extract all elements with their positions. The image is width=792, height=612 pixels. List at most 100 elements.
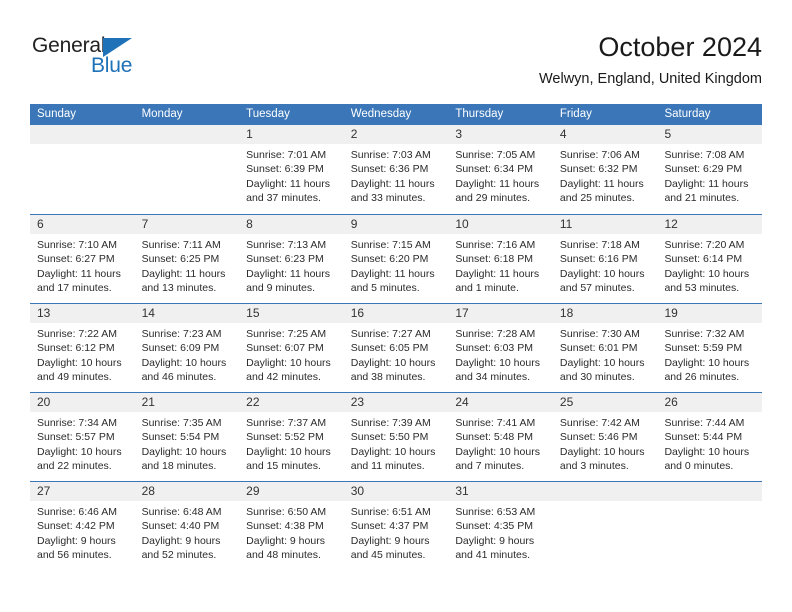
- day-number: 5: [664, 127, 672, 141]
- day-details: Sunrise: 7:28 AM Sunset: 6:03 PM Daylight:…: [448, 323, 553, 385]
- day-number: 12: [664, 217, 678, 231]
- calendar-day-cell[interactable]: 30 Sunrise: 6:51 AM Sunset: 4:37 PM Dayligh…: [343, 482, 449, 570]
- calendar-day-cell[interactable]: 31 Sunrise: 6:53 AM Sunset: 4:35 PM Dayligh…: [448, 482, 553, 570]
- calendar-day-cell[interactable]: 10 Sunrise: 7:16 AM Sunset: 6:18 PM Dayligh…: [448, 215, 553, 303]
- sunrise-time: Sunrise: 7:34 AM: [37, 417, 117, 429]
- sunset-time: Sunset: 4:38 PM: [246, 520, 324, 533]
- sunrise-time: Sunrise: 7:27 AM: [350, 328, 431, 340]
- daylight-duration-line2: and 18 minutes.: [141, 460, 217, 473]
- day-number-band: 30: [343, 482, 449, 501]
- day-number-band: 19: [657, 304, 763, 323]
- calendar-day-cell[interactable]: 16 Sunrise: 7:27 AM Sunset: 6:05 PM Dayligh…: [343, 304, 449, 392]
- calendar-day-cell[interactable]: 24 Sunrise: 7:41 AM Sunset: 5:48 PM Dayligh…: [448, 393, 553, 481]
- daylight-duration-line1: Daylight: 11 hours: [455, 267, 540, 280]
- calendar-day-cell[interactable]: 9 Sunrise: 7:15 AM Sunset: 6:20 PM Daylight…: [343, 215, 449, 303]
- calendar-day-cell[interactable]: 20 Sunrise: 7:34 AM Sunset: 5:57 PM Dayligh…: [30, 393, 135, 481]
- sunrise-time: Sunrise: 6:51 AM: [350, 506, 431, 518]
- day-number: 9: [350, 217, 358, 231]
- calendar-day-cell[interactable]: 26 Sunrise: 7:44 AM Sunset: 5:44 PM Dayligh…: [657, 393, 763, 481]
- daylight-duration-line1: Daylight: 10 hours: [37, 356, 122, 369]
- calendar-week-row: 20 Sunrise: 7:34 AM Sunset: 5:57 PM Dayligh…: [30, 392, 763, 481]
- calendar-day-cell[interactable]: 6 Sunrise: 7:10 AM Sunset: 6:27 PM Daylight…: [30, 215, 135, 303]
- calendar-week-row: 6 Sunrise: 7:10 AM Sunset: 6:27 PM Daylight…: [30, 214, 763, 303]
- day-number: 6: [37, 217, 44, 231]
- day-number-band: 11: [552, 215, 658, 234]
- calendar-day-cell-empty: [657, 482, 763, 570]
- day-number-band: 16: [343, 304, 449, 323]
- calendar-day-cell[interactable]: 12 Sunrise: 7:20 AM Sunset: 6:14 PM Dayligh…: [657, 215, 763, 303]
- calendar-day-cell[interactable]: 17 Sunrise: 7:28 AM Sunset: 6:03 PM Dayligh…: [448, 304, 553, 392]
- daylight-duration-line1: Daylight: 11 hours: [559, 177, 644, 190]
- calendar-week-row: 1 Sunrise: 7:01 AM Sunset: 6:39 PM Daylight…: [30, 125, 763, 214]
- calendar-day-cell[interactable]: 22 Sunrise: 7:37 AM Sunset: 5:52 PM Dayligh…: [239, 393, 344, 481]
- sunrise-time: Sunrise: 7:16 AM: [455, 239, 536, 251]
- page-header: General Blue October 2024 Welwyn, Englan…: [30, 30, 762, 98]
- day-number: 13: [37, 306, 51, 320]
- daylight-duration-line1: Daylight: 11 hours: [37, 267, 121, 280]
- sunset-time: Sunset: 6:07 PM: [246, 342, 324, 355]
- sunrise-time: Sunrise: 6:48 AM: [141, 506, 222, 518]
- day-number: 8: [246, 217, 253, 231]
- sunset-time: Sunset: 5:52 PM: [246, 431, 324, 444]
- calendar-day-cell[interactable]: 1 Sunrise: 7:01 AM Sunset: 6:39 PM Daylight…: [239, 125, 344, 214]
- daylight-duration-line1: Daylight: 10 hours: [246, 356, 331, 369]
- calendar-day-cell[interactable]: 19 Sunrise: 7:32 AM Sunset: 5:59 PM Dayligh…: [657, 304, 763, 392]
- calendar-day-cell[interactable]: 14 Sunrise: 7:23 AM Sunset: 6:09 PM Dayligh…: [134, 304, 240, 392]
- day-number-band: 18: [552, 304, 658, 323]
- day-number: 15: [246, 306, 260, 320]
- day-number-band: 29: [239, 482, 344, 501]
- calendar-day-cell[interactable]: 29 Sunrise: 6:50 AM Sunset: 4:38 PM Dayligh…: [239, 482, 344, 570]
- sunrise-time: Sunrise: 7:06 AM: [559, 149, 640, 161]
- calendar-day-cell[interactable]: 8 Sunrise: 7:13 AM Sunset: 6:23 PM Daylight…: [239, 215, 344, 303]
- daylight-duration-line2: and 42 minutes.: [246, 371, 321, 384]
- sunset-time: Sunset: 6:23 PM: [246, 253, 324, 266]
- sunset-time: Sunset: 5:48 PM: [455, 431, 533, 444]
- day-number-band: [657, 482, 763, 501]
- sunset-time: Sunset: 6:27 PM: [37, 253, 115, 266]
- daylight-duration-line1: Daylight: 9 hours: [455, 534, 535, 547]
- calendar-day-cell[interactable]: 25 Sunrise: 7:42 AM Sunset: 5:46 PM Dayligh…: [552, 393, 658, 481]
- daylight-duration-line1: Daylight: 11 hours: [350, 267, 435, 280]
- daylight-duration-line1: Daylight: 10 hours: [455, 356, 540, 369]
- daylight-duration-line1: Daylight: 11 hours: [455, 177, 540, 190]
- calendar-day-cell[interactable]: 11 Sunrise: 7:18 AM Sunset: 6:16 PM Dayligh…: [552, 215, 658, 303]
- calendar-day-cell[interactable]: 3 Sunrise: 7:05 AM Sunset: 6:34 PM Daylight…: [448, 125, 553, 214]
- sunset-time: Sunset: 6:29 PM: [664, 163, 743, 176]
- day-details: Sunrise: 7:32 AM Sunset: 5:59 PM Daylight:…: [657, 323, 762, 385]
- day-number: 29: [246, 484, 260, 498]
- day-details: Sunrise: 6:46 AM Sunset: 4:42 PM Daylight:…: [30, 501, 135, 563]
- day-number-band: [134, 125, 240, 144]
- calendar-day-cell[interactable]: 13 Sunrise: 7:22 AM Sunset: 6:12 PM Dayligh…: [30, 304, 135, 392]
- sunset-time: Sunset: 4:42 PM: [37, 520, 115, 533]
- general-blue-logo[interactable]: General Blue: [32, 34, 232, 90]
- calendar-day-cell[interactable]: 5 Sunrise: 7:08 AM Sunset: 6:29 PM Daylight…: [657, 125, 763, 214]
- calendar-day-cell[interactable]: 18 Sunrise: 7:30 AM Sunset: 6:01 PM Dayligh…: [552, 304, 658, 392]
- calendar-day-cell[interactable]: 21 Sunrise: 7:35 AM Sunset: 5:54 PM Dayligh…: [134, 393, 240, 481]
- calendar-day-cell[interactable]: 15 Sunrise: 7:25 AM Sunset: 6:07 PM Dayligh…: [239, 304, 344, 392]
- calendar-day-cell[interactable]: 27 Sunrise: 6:46 AM Sunset: 4:42 PM Dayligh…: [30, 482, 135, 570]
- calendar-day-cell[interactable]: 2 Sunrise: 7:03 AM Sunset: 6:36 PM Daylight…: [343, 125, 449, 214]
- sunrise-time: Sunrise: 6:53 AM: [455, 506, 536, 518]
- sunset-time: Sunset: 6:03 PM: [455, 342, 533, 355]
- sunset-time: Sunset: 6:25 PM: [141, 253, 220, 266]
- sunrise-time: Sunrise: 7:37 AM: [246, 417, 327, 429]
- day-details: Sunrise: 7:34 AM Sunset: 5:57 PM Daylight:…: [30, 412, 135, 474]
- day-number-band: 28: [134, 482, 240, 501]
- day-number-band: 22: [239, 393, 344, 412]
- sunset-time: Sunset: 4:37 PM: [350, 520, 429, 533]
- sunrise-time: Sunrise: 7:32 AM: [664, 328, 745, 340]
- daylight-duration-line1: Daylight: 10 hours: [559, 445, 645, 458]
- day-details: Sunrise: 6:48 AM Sunset: 4:40 PM Daylight:…: [135, 501, 240, 563]
- calendar-day-cell[interactable]: 7 Sunrise: 7:11 AM Sunset: 6:25 PM Daylight…: [134, 215, 240, 303]
- day-number: 11: [559, 217, 573, 231]
- day-number: 20: [37, 395, 51, 409]
- calendar-day-cell[interactable]: 23 Sunrise: 7:39 AM Sunset: 5:50 PM Dayligh…: [343, 393, 449, 481]
- calendar-day-cell[interactable]: 4 Sunrise: 7:06 AM Sunset: 6:32 PM Daylight…: [552, 125, 658, 214]
- weekday-header-saturday: Saturday: [664, 108, 711, 120]
- day-number: 30: [350, 484, 365, 498]
- sunrise-time: Sunrise: 7:39 AM: [350, 417, 431, 429]
- day-number-band: 13: [30, 304, 135, 323]
- day-number-band: 20: [30, 393, 135, 412]
- day-number-band: 27: [30, 482, 135, 501]
- calendar-day-cell[interactable]: 28 Sunrise: 6:48 AM Sunset: 4:40 PM Dayligh…: [134, 482, 240, 570]
